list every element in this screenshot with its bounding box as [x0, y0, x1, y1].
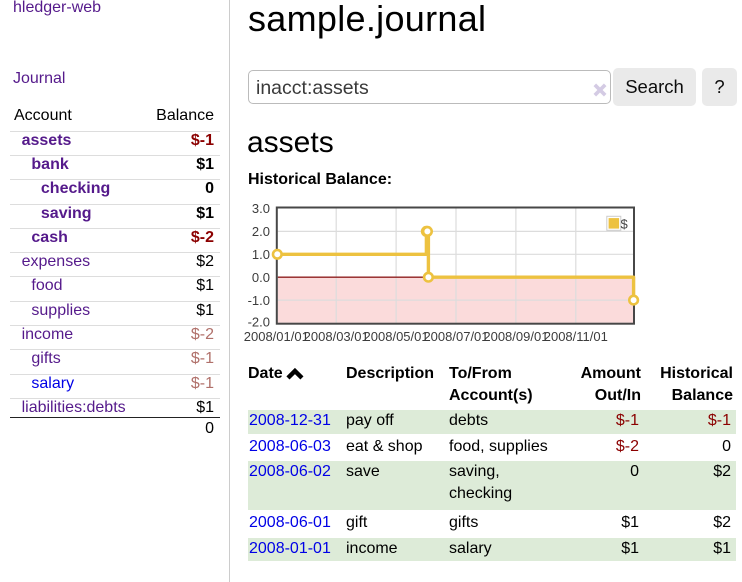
svg-text:2.0: 2.0 [252, 224, 270, 239]
svg-text:$: $ [621, 216, 629, 231]
svg-text:-1.0: -1.0 [248, 293, 270, 308]
svg-text:1.0: 1.0 [252, 247, 270, 262]
svg-text:2008/07/01: 2008/07/01 [423, 329, 488, 344]
svg-text:2008/11/01: 2008/11/01 [544, 329, 608, 344]
svg-text:2008/03/01: 2008/03/01 [304, 329, 369, 344]
svg-text:2008/01/01: 2008/01/01 [244, 329, 309, 344]
svg-text:2008/09/01: 2008/09/01 [483, 329, 548, 344]
svg-text:3.0: 3.0 [252, 201, 270, 216]
svg-text:-2.0: -2.0 [248, 315, 270, 330]
svg-text:2008/05/01: 2008/05/01 [364, 329, 429, 344]
svg-text:0.0: 0.0 [252, 270, 270, 285]
